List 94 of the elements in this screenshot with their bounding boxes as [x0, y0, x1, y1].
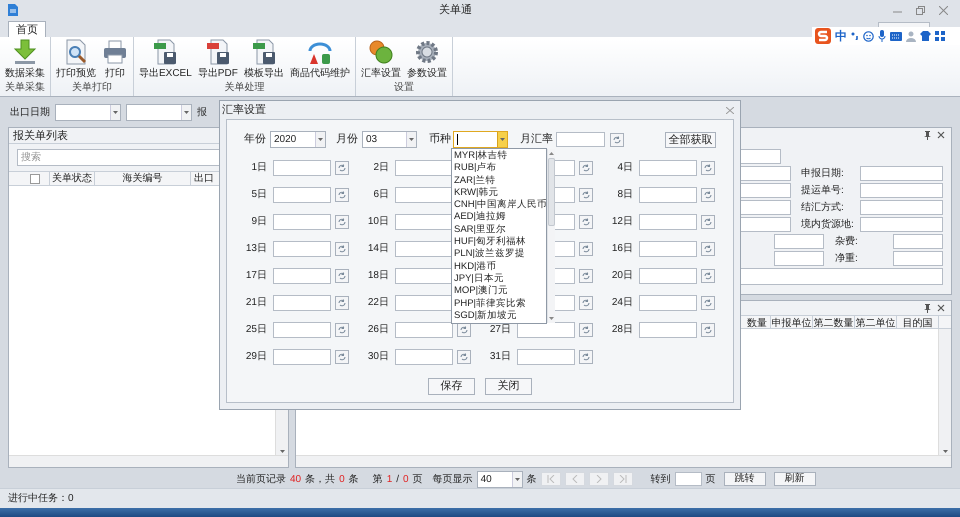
dialog-title: 汇率设置	[222, 102, 267, 118]
column-header[interactable]: 目的国	[897, 316, 939, 328]
pager-label: 第	[372, 472, 383, 486]
window-title: 关单通	[438, 2, 473, 18]
pager-button[interactable]: 刷新	[774, 472, 816, 486]
group-label: 关单处理	[223, 81, 266, 95]
pager-label: 当前页记录	[236, 472, 286, 486]
field-label: 杂费:	[834, 234, 859, 249]
day-label: 31日	[488, 350, 512, 364]
ribbon-button[interactable]: 打印预览	[54, 39, 98, 79]
field-label: 币种	[429, 132, 451, 148]
day-label: 17日	[244, 269, 268, 283]
ribbon-button[interactable]: 导出EXCEL	[137, 39, 194, 79]
pager-label: 每页显示	[432, 472, 473, 486]
day-label: 25日	[244, 323, 268, 337]
field-label: 境内货源地:	[800, 218, 855, 232]
tab[interactable]: 首页	[8, 21, 46, 37]
column-header[interactable]: 第二单位	[855, 316, 897, 328]
list-item[interactable]: RUB|卢布	[452, 162, 548, 175]
count-text: 0	[339, 472, 345, 486]
day-label: 13日	[244, 242, 268, 256]
year-dropdown[interactable]: 2020	[270, 131, 326, 148]
field-label: 提运单号:	[800, 184, 845, 198]
ribbon-button[interactable]: 模板导出	[242, 39, 286, 79]
field-label: 申报日期:	[800, 166, 845, 181]
pager-label: 条	[526, 472, 537, 486]
list-item[interactable]: MOP|澳门元	[452, 285, 548, 298]
day-label: 22日	[366, 296, 390, 310]
group-label: 关单打印	[71, 81, 113, 95]
group-label: 设置	[392, 81, 415, 95]
list-item[interactable]: ZAR|兰特	[452, 174, 548, 187]
pager-label: 页	[412, 472, 423, 486]
day-label: 24日	[610, 296, 634, 310]
day-label: 2日	[372, 161, 390, 175]
list-item[interactable]: JPY|日本元	[452, 272, 548, 286]
pager-label: 转到	[650, 472, 671, 486]
list-item[interactable]: HKD|港币	[452, 260, 548, 273]
list-item[interactable]: CNH|中国离岸人民币	[452, 199, 548, 212]
day-label: 12日	[610, 215, 634, 229]
field-label: 净重:	[834, 252, 859, 266]
ribbon-button[interactable]: 导出PDF	[196, 39, 240, 79]
day-label: 26日	[366, 323, 390, 337]
field-label: 月份	[336, 132, 358, 148]
dialog-button[interactable]: 关闭	[485, 378, 532, 395]
day-label: 21日	[244, 296, 268, 310]
ribbon-button[interactable]: 参数设置	[404, 39, 449, 79]
day-label: 1日	[250, 161, 268, 175]
count-text: 0	[403, 472, 409, 486]
status-bar: 进行中任务：0	[0, 488, 960, 508]
list-item[interactable]: PHP|菲律宾比索	[452, 298, 548, 310]
column-header[interactable]: 申报单位	[771, 316, 813, 328]
list-item[interactable]: SGD|新加坡元	[452, 310, 548, 322]
ribbon-button[interactable]: 数据采集	[3, 39, 47, 79]
day-label: 14日	[366, 242, 390, 256]
count-text: 1	[386, 472, 392, 486]
field-label: 月汇率	[520, 132, 553, 148]
list-item[interactable]: SAR|里亚尔	[452, 224, 548, 236]
day-label: 18日	[366, 269, 390, 283]
field-label: 报	[197, 106, 207, 120]
column-header[interactable]: 第二数量	[813, 316, 855, 328]
dialog-button[interactable]: 保存	[428, 378, 475, 395]
fetch-all-button[interactable]: 全部获取	[665, 132, 716, 148]
list-item[interactable]: HUF|匈牙利福林	[452, 236, 548, 248]
day-label: 5日	[250, 188, 268, 202]
day-label: 28日	[610, 323, 634, 337]
field-label: 出口日期	[10, 106, 50, 120]
day-label: 16日	[610, 242, 634, 256]
pager-label: 页	[706, 472, 716, 486]
day-label: 29日	[244, 350, 268, 364]
group-label: 关单采集	[4, 81, 46, 95]
list-item[interactable]: KRW|韩元	[452, 186, 548, 200]
day-label: 6日	[372, 188, 390, 202]
count-text: 40	[290, 472, 302, 486]
day-label: 30日	[366, 350, 390, 364]
day-label: 27日	[488, 323, 512, 337]
ribbon-button[interactable]: 打印	[100, 39, 130, 79]
list-item[interactable]: MYR|林吉特	[452, 150, 548, 162]
month-dropdown[interactable]: 03	[362, 131, 417, 148]
pager-button[interactable]: 跳转	[724, 472, 766, 486]
ribbon-button[interactable]: 汇率设置	[358, 39, 403, 79]
list-item[interactable]: PLN|波兰兹罗提	[452, 248, 548, 261]
field-label: 结汇方式:	[800, 200, 845, 215]
list-item[interactable]: AED|迪拉姆	[452, 211, 548, 224]
pager-label: 条，共	[305, 472, 336, 486]
day-label: 20日	[610, 269, 634, 283]
day-label: 8日	[616, 188, 634, 202]
day-label: 4日	[616, 161, 634, 175]
day-label: 10日	[366, 215, 390, 229]
pager-label: 条	[348, 472, 359, 486]
pager-label: /	[396, 472, 400, 486]
day-label: 9日	[250, 215, 268, 229]
page-size-dropdown[interactable]: 40	[476, 470, 523, 488]
ribbon-button[interactable]: 商品代码维护	[288, 39, 352, 79]
input-mode[interactable]: 中	[835, 27, 847, 45]
